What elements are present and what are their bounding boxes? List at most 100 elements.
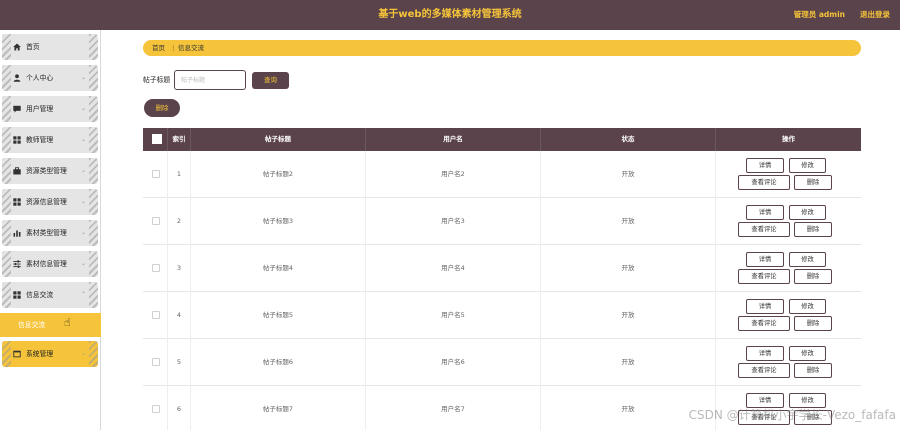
sidebar-item-10[interactable]: 系统管理 ⌄ <box>2 341 98 367</box>
view-comments-button[interactable]: 查看评论 <box>738 316 790 331</box>
row-checkbox[interactable] <box>152 217 160 225</box>
row-checkbox[interactable] <box>152 311 160 319</box>
col-username: 用户名 <box>366 128 541 151</box>
row-actions: 详情 修改查看评论 删除 <box>716 292 861 339</box>
chevron-icon: ⌄ <box>80 105 86 112</box>
detail-button[interactable]: 详情 <box>746 205 784 220</box>
sidebar-item-label: 首页 <box>26 43 40 51</box>
grid-icon <box>13 136 21 144</box>
table-row: 3 帖子标题4 用户名4 开放 详情 修改 查看评论 删除 <box>143 245 861 292</box>
col-status: 状态 <box>541 128 716 151</box>
grid-icon <box>13 198 21 206</box>
sidebar-item-label: 资源信息管理 <box>26 198 67 206</box>
table-row: 1 帖子标题2 用户名2 开放 详情 修改 查看评论 删除 <box>143 151 861 198</box>
detail-button[interactable]: 详情 <box>746 299 784 314</box>
sidebar-item-9[interactable]: 信息交流 ⌃ <box>2 282 98 308</box>
view-comments-button[interactable]: 查看评论 <box>738 269 790 284</box>
row-title: 帖子标题2 <box>191 151 366 198</box>
search-label: 帖子标题 <box>143 76 171 84</box>
chevron-icon: ⌄ <box>80 229 86 236</box>
sidebar-item-label: 资源类型管理 <box>26 167 67 175</box>
logout-link[interactable]: 退出登录 <box>860 0 890 30</box>
sidebar-item-8[interactable]: 素材信息管理 ⌄ <box>2 251 98 277</box>
watermark: CSDN @计算机小宇学长-Vezo_fafafa <box>688 408 896 422</box>
sidebar: 首页 个人中心 ⌄ 用户管理 ⌄ 教师管理 ⌄ 资源类型管理 ⌄ 资源信息管理 ⌄ 素材类型管理 ⌄ 素材… <box>0 30 101 430</box>
edit-button[interactable]: 修改 <box>789 252 826 267</box>
search-button[interactable]: 查询 <box>252 72 289 89</box>
delete-button[interactable]: 删除 <box>794 316 832 331</box>
row-select-cell <box>143 339 168 386</box>
detail-button[interactable]: 详情 <box>746 158 784 173</box>
col-actions: 操作 <box>782 135 795 143</box>
select-all-checkbox[interactable] <box>152 134 162 144</box>
row-select-cell <box>143 151 168 198</box>
row-index: 3 <box>168 245 191 292</box>
row-index: 2 <box>168 198 191 245</box>
row-select-cell <box>143 386 168 430</box>
sidebar-item-1[interactable]: 首页 <box>2 34 98 60</box>
row-actions: 详情 修改查看评论 删除 <box>716 151 861 198</box>
row-title: 帖子标题4 <box>191 245 366 292</box>
sidebar-item-3[interactable]: 用户管理 ⌄ <box>2 96 98 122</box>
chevron-icon: ⌄ <box>80 167 86 174</box>
view-comments-button[interactable]: 查看评论 <box>738 175 790 190</box>
row-title: 帖子标题5 <box>191 292 366 339</box>
detail-button[interactable]: 详情 <box>746 252 784 267</box>
sidebar-item-label: 信息交流 <box>26 291 54 299</box>
sidebar-item-6[interactable]: 资源信息管理 ⌄ <box>2 189 98 215</box>
sidebar-item-7[interactable]: 素材类型管理 ⌄ <box>2 220 98 246</box>
row-status: 开放 <box>541 151 716 198</box>
edit-button[interactable]: 修改 <box>789 346 826 361</box>
row-status: 开放 <box>541 245 716 292</box>
delete-button[interactable]: 删除 <box>794 175 832 190</box>
sidebar-item-5[interactable]: 资源类型管理 ⌄ <box>2 158 98 184</box>
row-checkbox[interactable] <box>152 405 160 413</box>
chevron-icon: ⌃ <box>80 291 86 298</box>
edit-button[interactable]: 修改 <box>789 205 826 220</box>
batch-delete-button[interactable]: 删除 <box>144 99 180 117</box>
breadcrumb-home[interactable]: 首页 <box>152 40 165 56</box>
sliders-icon <box>13 260 21 268</box>
submenu-item-info-exchange[interactable]: 信息交流 <box>0 313 101 337</box>
window-icon <box>13 350 21 358</box>
title-search-input[interactable] <box>174 70 246 90</box>
user-icon <box>13 74 21 82</box>
delete-button[interactable]: 删除 <box>794 222 832 237</box>
delete-button[interactable]: 删除 <box>794 269 832 284</box>
row-index: 5 <box>168 339 191 386</box>
chevron-icon: ⌄ <box>80 136 86 143</box>
row-title: 帖子标题6 <box>191 339 366 386</box>
breadcrumb: 首页 ⋮ 信息交流 <box>143 40 861 56</box>
row-title: 帖子标题7 <box>191 386 366 430</box>
row-title: 帖子标题3 <box>191 198 366 245</box>
bar-chart-icon <box>13 229 21 237</box>
row-checkbox[interactable] <box>152 264 160 272</box>
row-actions: 详情 修改查看评论 删除 <box>716 245 861 292</box>
submenu-item-label: 信息交流 <box>18 321 46 329</box>
table-header: 索引 帖子标题 用户名 状态 操作 <box>143 128 861 151</box>
edit-button[interactable]: 修改 <box>789 158 826 173</box>
top-header: 基于web的多媒体素材管理系统 管理员 admin 退出登录 <box>0 0 900 30</box>
row-username: 用户名4 <box>366 245 541 292</box>
row-username: 用户名7 <box>366 386 541 430</box>
edit-button[interactable]: 修改 <box>789 299 826 314</box>
detail-button[interactable]: 详情 <box>746 346 784 361</box>
sidebar-item-label: 系统管理 <box>26 350 54 358</box>
row-index: 1 <box>168 151 191 198</box>
delete-button[interactable]: 删除 <box>794 363 832 378</box>
row-checkbox[interactable] <box>152 358 160 366</box>
col-title: 帖子标题 <box>191 128 366 151</box>
row-status: 开放 <box>541 292 716 339</box>
row-select-cell <box>143 198 168 245</box>
table-row: 2 帖子标题3 用户名3 开放 详情 修改查看评论 删除 <box>143 198 861 245</box>
sidebar-item-4[interactable]: 教师管理 ⌄ <box>2 127 98 153</box>
sidebar-item-label: 用户管理 <box>26 105 54 113</box>
row-username: 用户名3 <box>366 198 541 245</box>
row-checkbox[interactable] <box>152 170 160 178</box>
app-title: 基于web的多媒体素材管理系统 <box>378 9 522 20</box>
view-comments-button[interactable]: 查看评论 <box>738 222 790 237</box>
hand-cursor-icon: ☝ <box>64 316 71 329</box>
row-status: 开放 <box>541 198 716 245</box>
view-comments-button[interactable]: 查看评论 <box>738 363 790 378</box>
sidebar-item-2[interactable]: 个人中心 ⌄ <box>2 65 98 91</box>
